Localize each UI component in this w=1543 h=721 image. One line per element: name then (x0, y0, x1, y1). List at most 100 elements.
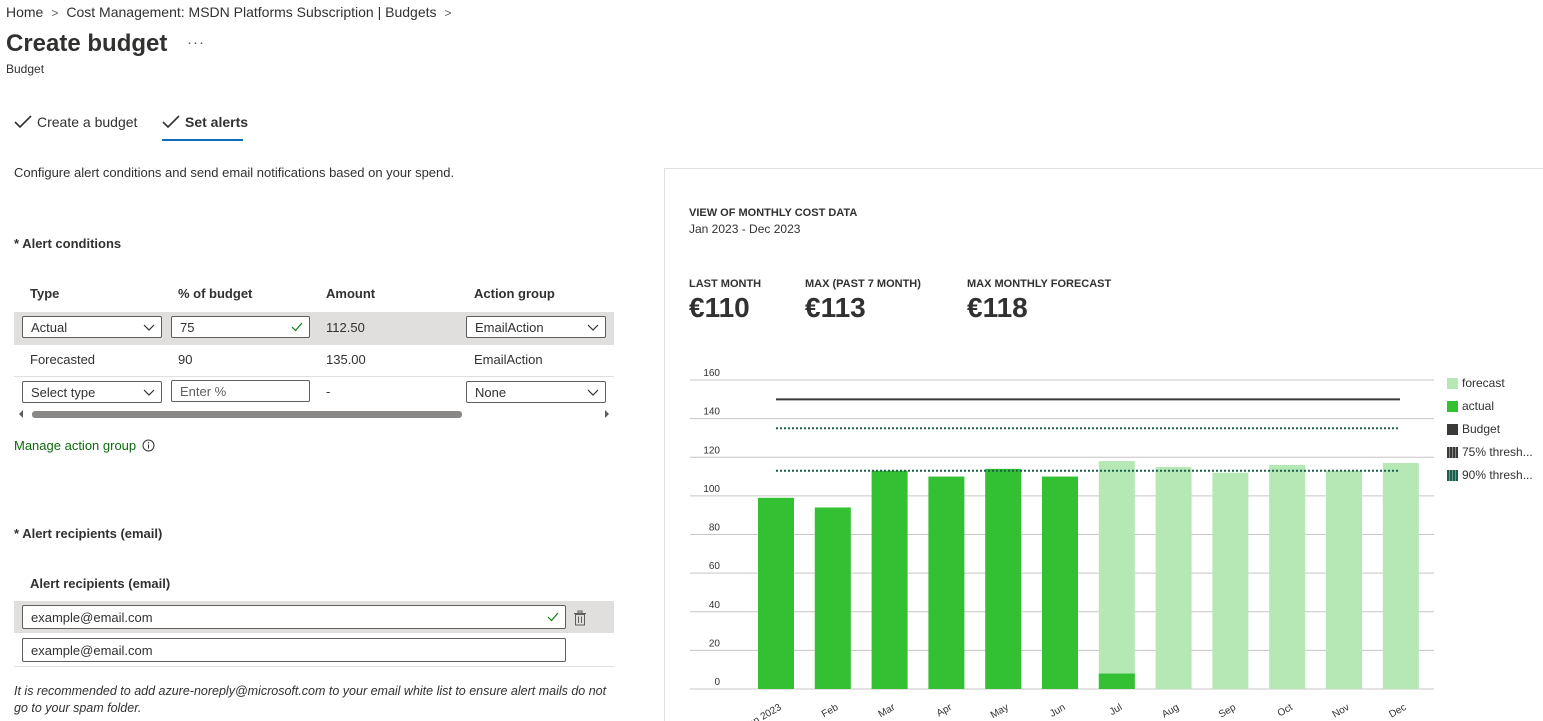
chart-date-range: Jan 2023 - Dec 2023 (689, 222, 801, 236)
column-header-percent: % of budget (178, 286, 253, 301)
x-tick-label: Oct (1276, 702, 1295, 719)
alert-conditions-table: Type % of budget Amount Action group Act… (14, 282, 614, 403)
email-field[interactable]: example@email.com (22, 605, 566, 629)
amount-value: - (326, 384, 331, 399)
bar-actual (1098, 673, 1135, 689)
table-row[interactable]: Actual 75 112.50 EmailAction (14, 312, 614, 345)
x-tick-label: Jun (1048, 702, 1067, 720)
bar-actual (758, 497, 794, 689)
bar-forecast (1155, 466, 1192, 689)
action-group-value: EmailAction (475, 320, 544, 335)
legend-label: actual (1462, 399, 1495, 413)
checkmark-icon (162, 115, 180, 129)
x-tick-label: Jul (1108, 702, 1125, 718)
step-create-budget[interactable]: Create a budget (14, 114, 137, 130)
bar-forecast (1098, 461, 1135, 689)
delete-icon[interactable] (573, 610, 587, 626)
info-icon[interactable] (142, 439, 155, 452)
active-step-indicator (162, 139, 243, 141)
action-group-dropdown[interactable]: None (466, 381, 606, 403)
email-field[interactable]: example@email.com (22, 638, 566, 662)
x-tick-label: Sep (1217, 702, 1238, 721)
kpi-max-forecast-value: €118 (967, 292, 1028, 323)
legend-item-budget[interactable]: Budget (1447, 422, 1500, 436)
breadcrumb-home[interactable]: Home (6, 4, 43, 20)
amount-value: 135.00 (326, 352, 366, 367)
amount-value: 112.50 (326, 320, 365, 335)
action-group-dropdown[interactable]: EmailAction (466, 316, 606, 338)
monthly-cost-chart: 0 20 40 60 80 100 120 140 160 Jan 2023 Feb Mar Apr Ma… (690, 368, 1434, 721)
chart-view-title: VIEW OF MONTHLY COST DATA (689, 207, 858, 219)
legend-swatch (1447, 400, 1458, 412)
recipient-row[interactable]: example@email.com (14, 634, 614, 667)
bar-actual (814, 507, 851, 689)
legend-swatch (1447, 446, 1458, 458)
breadcrumb: Home > Cost Management: MSDN Platforms Sub… (6, 4, 460, 20)
legend-item-threshold-75[interactable]: 75% thresh... (1447, 445, 1533, 459)
step-set-alerts[interactable]: Set alerts (162, 114, 248, 130)
legend-swatch (1447, 423, 1458, 435)
type-value: Forecasted (30, 352, 96, 367)
scrollbar-thumb[interactable] (32, 411, 462, 418)
legend-item-threshold-90[interactable]: 90% thresh... (1447, 468, 1533, 482)
chevron-down-icon (587, 324, 599, 331)
x-tick-label: Feb (820, 702, 841, 720)
action-group-value: None (475, 385, 507, 400)
x-tick-label: Jan 2023 (742, 702, 784, 721)
chevron-right-icon: > (444, 6, 452, 20)
bar-actual (871, 470, 908, 689)
page-title: Create budget (6, 30, 168, 57)
x-tick-label: Apr (935, 702, 955, 720)
percent-value: 90 (178, 352, 193, 367)
y-tick-label: 20 (709, 638, 721, 649)
manage-action-group-link[interactable]: Manage action group (14, 438, 155, 453)
legend-label: forecast (1462, 376, 1505, 390)
type-dropdown[interactable]: Select type (22, 381, 162, 403)
legend-item-actual[interactable]: actual (1447, 399, 1494, 413)
chevron-down-icon (143, 324, 155, 331)
scroll-right-icon[interactable] (605, 410, 609, 418)
percent-input[interactable]: Enter % (171, 380, 310, 402)
breadcrumb-budgets[interactable]: Cost Management: MSDN Platforms Subscrip… (66, 4, 436, 20)
percent-input[interactable]: 75 (171, 316, 310, 338)
kpi-last-month-value: €110 (689, 292, 750, 323)
y-tick-label: 160 (703, 368, 720, 379)
more-options-button[interactable]: ··· (187, 34, 205, 51)
email-value: example@email.com (31, 610, 153, 625)
bar-forecast (1212, 472, 1249, 689)
chevron-down-icon (143, 389, 155, 396)
recipient-row[interactable]: example@email.com (14, 601, 614, 633)
table-row[interactable]: Select type Enter % - None (14, 376, 614, 408)
kpi-max-past-value: €113 (805, 292, 866, 323)
horizontal-scrollbar[interactable] (18, 408, 610, 420)
x-tick-label: Mar (877, 702, 898, 720)
legend-label: 75% thresh... (1462, 445, 1533, 459)
bar-forecast (1269, 464, 1306, 689)
table-row[interactable]: Forecasted 90 135.00 EmailAction (14, 344, 614, 377)
type-value: Actual (31, 320, 68, 335)
x-tick-label: Nov (1331, 702, 1352, 720)
bar-actual (985, 468, 1022, 689)
legend-swatch (1447, 377, 1458, 389)
column-header-amount: Amount (326, 286, 376, 301)
y-tick-label: 0 (714, 677, 720, 688)
alert-recipients-column-header: Alert recipients (email) (30, 576, 171, 591)
legend-label: Budget (1462, 422, 1501, 436)
kpi-last-month-label: LAST MONTH (689, 278, 762, 290)
type-dropdown[interactable]: Actual (22, 316, 162, 338)
y-tick-label: 80 (709, 523, 721, 534)
x-tick-label: Dec (1387, 702, 1408, 720)
legend-item-forecast[interactable]: forecast (1447, 376, 1505, 390)
x-tick-label: May (989, 702, 1011, 721)
whitelist-note: It is recommended to add azure-noreply@m… (14, 684, 607, 715)
alert-conditions-heading: * Alert conditions (14, 236, 122, 251)
y-tick-label: 140 (703, 407, 720, 418)
bar-actual (928, 476, 965, 689)
step-label: Set alerts (185, 114, 249, 130)
checkmark-icon (291, 322, 303, 332)
legend-label: 90% thresh... (1462, 468, 1533, 482)
kpi-max-past-label: MAX (PAST 7 MONTH) (805, 278, 921, 290)
y-tick-label: 120 (703, 445, 720, 456)
y-tick-label: 60 (709, 561, 721, 572)
scroll-left-icon[interactable] (19, 410, 23, 418)
